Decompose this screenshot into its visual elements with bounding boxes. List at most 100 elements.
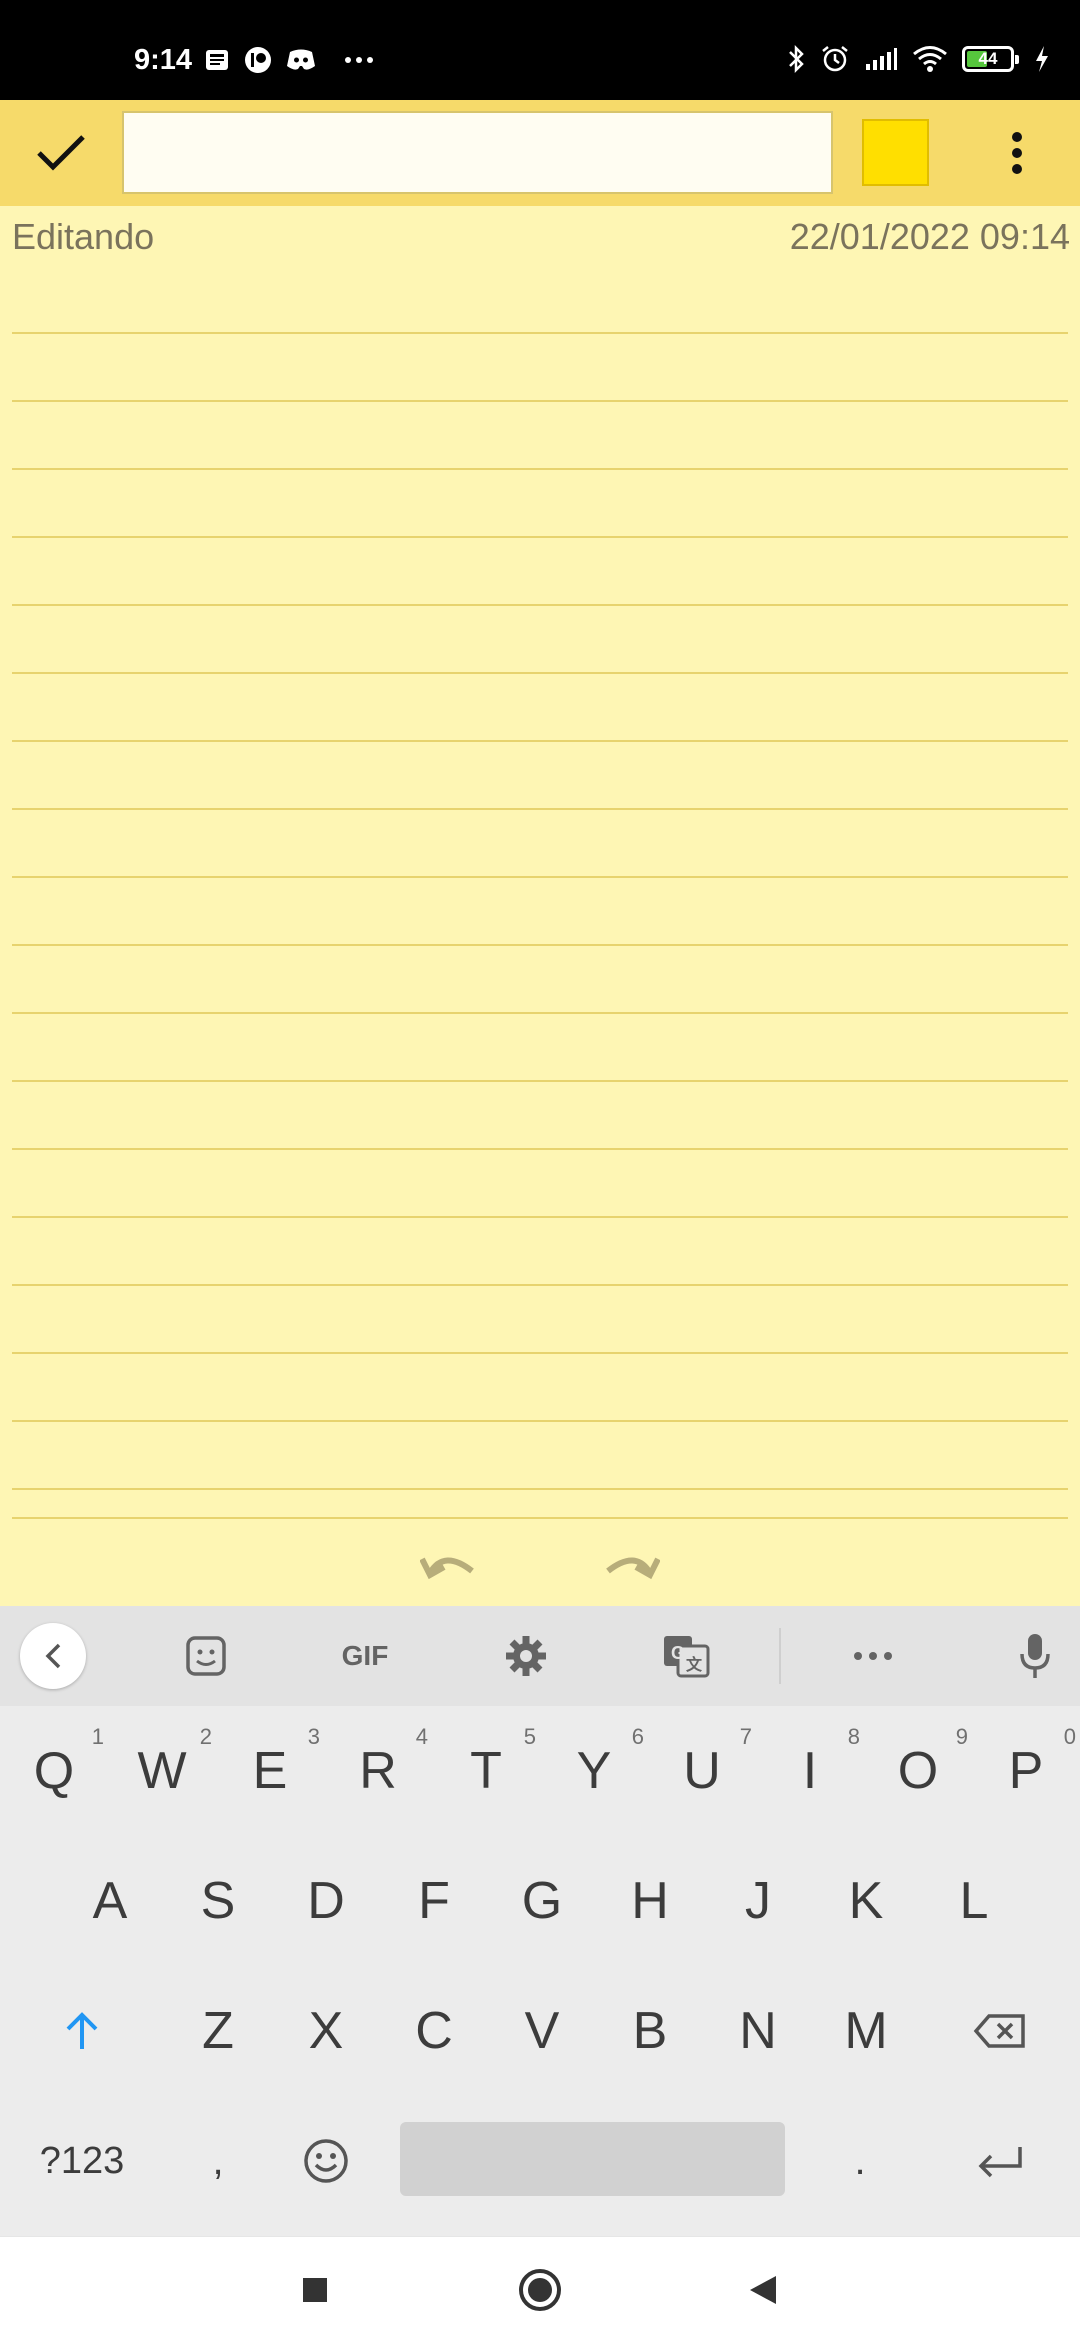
- undo-button[interactable]: [418, 1538, 482, 1588]
- status-time: 9:14: [134, 44, 193, 76]
- square-icon: [303, 2278, 327, 2302]
- key-u[interactable]: U7: [648, 1706, 756, 1836]
- translate-button[interactable]: G文: [658, 1628, 714, 1684]
- key-c[interactable]: C: [380, 1966, 488, 2096]
- more-notifications-icon: [344, 56, 374, 64]
- shift-arrow-icon: [66, 2012, 98, 2049]
- key-label: Y: [576, 1742, 612, 1800]
- key-y[interactable]: Y6: [540, 1706, 648, 1836]
- key-m[interactable]: M: [812, 1966, 920, 2096]
- key-label: T: [470, 1742, 502, 1800]
- key-o[interactable]: O9: [864, 1706, 972, 1836]
- undo-icon: [420, 1557, 474, 1580]
- redo-button[interactable]: [598, 1538, 662, 1588]
- check-icon: [37, 135, 85, 171]
- key-l[interactable]: L: [920, 1836, 1028, 1966]
- soft-keyboard: GIF G文 Q1 W2 E3 R4 T5 Y6 U7 I8 O9 P0 A S…: [0, 1606, 1080, 2236]
- key-label: R: [359, 1742, 397, 1800]
- period-key[interactable]: .: [806, 2096, 914, 2226]
- note-title-input[interactable]: [122, 111, 833, 194]
- more-options-button[interactable]: [990, 118, 1044, 188]
- wifi-icon: [912, 45, 948, 73]
- note-meta: Editando 22/01/2022 09:14: [0, 206, 1080, 266]
- save-button[interactable]: [24, 116, 98, 190]
- key-hint: 0: [1063, 1724, 1076, 1749]
- key-e[interactable]: E3: [216, 1706, 324, 1836]
- more-horiz-icon: [854, 1652, 892, 1660]
- redo-icon: [606, 1557, 660, 1580]
- key-x[interactable]: X: [272, 1966, 380, 2096]
- edit-mode-label: Editando: [12, 216, 155, 257]
- keyboard-collapse-button[interactable]: [20, 1623, 86, 1689]
- keyboard-toolbar: GIF G文: [0, 1606, 1080, 1706]
- key-r[interactable]: R4: [324, 1706, 432, 1836]
- alarm-icon: [820, 44, 850, 74]
- battery-level: 44: [978, 49, 998, 68]
- key-hint: 1: [91, 1724, 104, 1749]
- divider: [779, 1628, 781, 1684]
- key-s[interactable]: S: [164, 1836, 272, 1966]
- backspace-key[interactable]: [920, 1966, 1080, 2096]
- key-label: P: [1008, 1742, 1044, 1800]
- bluetooth-icon: [786, 44, 806, 74]
- enter-key[interactable]: [920, 2096, 1080, 2226]
- voice-input-button[interactable]: [1012, 1628, 1058, 1684]
- key-f[interactable]: F: [380, 1836, 488, 1966]
- key-j[interactable]: J: [704, 1836, 812, 1966]
- key-label: O: [897, 1742, 939, 1800]
- recents-button[interactable]: [290, 2265, 340, 2315]
- key-t[interactable]: T5: [432, 1706, 540, 1836]
- key-hint: 5: [523, 1724, 536, 1749]
- microphone-icon: [1020, 1634, 1050, 1678]
- note-datetime: 22/01/2022 09:14: [789, 216, 1070, 257]
- charging-icon: [1034, 45, 1050, 73]
- back-triangle-icon: [750, 2276, 776, 2304]
- shift-key[interactable]: [0, 1966, 164, 2096]
- key-k[interactable]: K: [812, 1836, 920, 1966]
- key-i[interactable]: I8: [756, 1706, 864, 1836]
- key-label: I: [802, 1742, 818, 1800]
- keyboard-settings-button[interactable]: [498, 1628, 554, 1684]
- key-z[interactable]: Z: [164, 1966, 272, 2096]
- symbols-key[interactable]: ?123: [0, 2096, 164, 2226]
- note-body-editor[interactable]: [12, 266, 1068, 1518]
- note-color-button[interactable]: [862, 119, 929, 186]
- key-h[interactable]: H: [596, 1836, 704, 1966]
- news-icon: [204, 47, 230, 73]
- undo-redo-bar: [0, 1520, 1080, 1606]
- signal-icon: [864, 46, 898, 72]
- svg-text:文: 文: [686, 1655, 703, 1674]
- key-row-1: Q1 W2 E3 R4 T5 Y6 U7 I8 O9 P0: [0, 1706, 1080, 1836]
- emoji-key[interactable]: [272, 2096, 380, 2226]
- translate-icon: G文: [664, 1636, 710, 1678]
- battery-icon: 44: [962, 46, 1019, 72]
- patreon-icon: [244, 46, 272, 74]
- key-label: E: [252, 1742, 288, 1800]
- space-key[interactable]: [400, 2122, 785, 2196]
- key-row-4: ?123 , .: [0, 2096, 1080, 2226]
- key-g[interactable]: G: [488, 1836, 596, 1966]
- key-q[interactable]: Q1: [0, 1706, 108, 1836]
- key-w[interactable]: W2: [108, 1706, 216, 1836]
- key-v[interactable]: V: [488, 1966, 596, 2096]
- home-button[interactable]: [515, 2265, 565, 2315]
- key-b[interactable]: B: [596, 1966, 704, 2096]
- gif-button[interactable]: GIF: [332, 1628, 398, 1684]
- key-p[interactable]: P0: [972, 1706, 1080, 1836]
- key-n[interactable]: N: [704, 1966, 812, 2096]
- backspace-icon: [973, 2014, 1025, 2048]
- key-hint: 2: [199, 1724, 212, 1749]
- key-hint: 7: [739, 1724, 752, 1749]
- keyboard-more-button[interactable]: [848, 1628, 898, 1684]
- key-label: U: [683, 1742, 721, 1800]
- sticker-button[interactable]: [178, 1628, 234, 1684]
- key-row-2: A S D F G H J K L: [0, 1836, 1080, 1966]
- key-d[interactable]: D: [272, 1836, 380, 1966]
- gear-icon: [506, 1636, 546, 1676]
- home-circle-icon: [519, 2269, 561, 2311]
- sticker-icon: [186, 1636, 226, 1676]
- comma-key[interactable]: ,: [164, 2096, 272, 2226]
- key-a[interactable]: A: [56, 1836, 164, 1966]
- chevron-left-icon: [45, 1643, 61, 1669]
- back-button[interactable]: [738, 2265, 788, 2315]
